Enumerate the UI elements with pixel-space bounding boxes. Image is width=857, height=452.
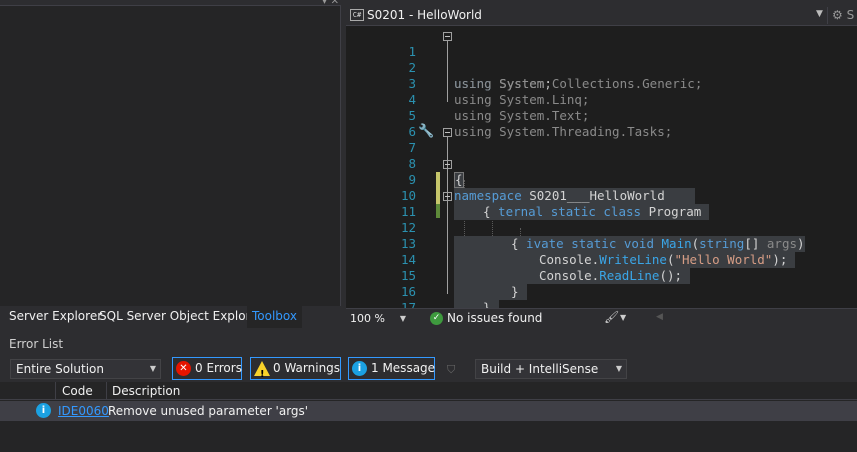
type-dropdown[interactable]: ⚙ S: [832, 8, 854, 22]
warnings-count: 0 Warnings: [273, 361, 341, 375]
diagnostic-description: Remove unused parameter 'args': [108, 404, 309, 418]
code-line: 18: [346, 300, 857, 308]
screwdriver-icon[interactable]: 🔧: [418, 124, 434, 140]
build-filter-value: Build + IntelliSense: [481, 362, 599, 376]
code-line: 1 using System;: [346, 28, 857, 91]
tab-toolbox[interactable]: Toolbox: [247, 306, 302, 328]
code-line: 5 using System.Threading.Tasks;: [346, 92, 857, 139]
check-circle-icon: ✓: [430, 312, 443, 325]
class-icon: ⚙: [832, 8, 843, 22]
chevron-down-icon: ▼: [399, 314, 406, 323]
divider: [106, 382, 107, 400]
column-header-code[interactable]: Code: [62, 384, 93, 398]
info-circle-icon: i: [36, 403, 51, 418]
project-dropdown[interactable]: S0201 - HelloWorld: [367, 8, 482, 22]
error-list-title: Error List: [9, 337, 64, 351]
navigation-bar: C# S0201 - HelloWorld ▼ ⚙ S: [346, 6, 857, 26]
filter-icon[interactable]: ⛉: [447, 363, 455, 377]
scope-value: Entire Solution: [16, 362, 104, 376]
error-list-header: Error List: [0, 334, 857, 354]
chevron-down-icon: ▼: [615, 364, 622, 373]
warning-triangle-icon: !: [254, 361, 270, 380]
code-line: 9 internal static class Program: [346, 156, 857, 220]
close-icon[interactable]: ✕: [331, 0, 339, 7]
error-list-toolbar: Entire Solution ▼ ✕ 0 Errors ! 0 Warning…: [0, 354, 857, 382]
tool-window-tabs: Server Explorer SQL Server Object Explor…: [0, 306, 341, 328]
error-circle-icon: ✕: [176, 361, 191, 376]
code-line: 11 private static void Main(string[] arg…: [346, 188, 857, 252]
toolbox-panel: ▾ ✕: [0, 0, 341, 306]
divider: [55, 382, 56, 400]
scroll-left-arrow[interactable]: ◀: [656, 312, 663, 322]
csharp-file-icon: C#: [350, 9, 364, 21]
column-header-description[interactable]: Description: [112, 384, 180, 398]
errors-filter-button[interactable]: ✕ 0 Errors: [172, 357, 242, 380]
collapse-icon[interactable]: [443, 192, 452, 201]
table-row[interactable]: i IDE0060 Remove unused parameter 'args': [0, 401, 857, 421]
messages-count: 1 Message: [371, 361, 436, 375]
collapse-icon[interactable]: [443, 160, 452, 169]
code-line: 10 {: [346, 172, 857, 220]
chevron-down-icon[interactable]: ▼: [816, 9, 823, 19]
brush-icon[interactable]: 🖌: [604, 310, 619, 324]
editor-status-bar: 100 % ▼ ✓ No issues found 🖌 ▼ ◀: [346, 308, 857, 328]
pin-icon[interactable]: ▾: [322, 0, 327, 7]
code-editor[interactable]: 1 using System; 2 using System.Collectio…: [346, 26, 857, 308]
messages-filter-button[interactable]: i 1 Message: [348, 357, 435, 380]
code-line: 8 {: [346, 140, 857, 188]
code-line: 13 Console.WriteLine("Hello World");: [346, 220, 857, 268]
collapse-icon[interactable]: [443, 32, 452, 41]
errors-count: 0 Errors: [195, 361, 242, 375]
code-line: 3 using System.Linq;: [346, 60, 857, 107]
issues-indicator[interactable]: No issues found: [447, 311, 542, 325]
info-circle-icon: i: [352, 361, 367, 376]
code-line: 12 {: [346, 204, 857, 252]
type-dropdown-label: S: [846, 8, 855, 22]
code-line: 16 }: [346, 268, 857, 308]
build-filter-dropdown[interactable]: Build + IntelliSense ▼: [475, 359, 627, 379]
warnings-filter-button[interactable]: ! 0 Warnings: [250, 357, 341, 380]
code-line: 15 }: [346, 252, 857, 300]
code-line: 4 using System.Text;: [346, 76, 857, 123]
error-list-window: Error List Entire Solution ▼ ✕ 0 Errors …: [0, 334, 857, 452]
scope-dropdown[interactable]: Entire Solution ▼: [10, 359, 161, 379]
chevron-down-icon: ▼: [149, 364, 156, 373]
code-line: 6: [346, 108, 857, 139]
zoom-value: 100 %: [350, 312, 385, 325]
code-line: 14 Console.ReadLine();: [346, 236, 857, 284]
code-line: 17 }: [346, 284, 857, 308]
collapse-icon[interactable]: [443, 128, 452, 137]
chevron-down-icon[interactable]: ▼: [620, 313, 626, 322]
zoom-dropdown[interactable]: 100 % ▼: [348, 311, 408, 327]
code-line: 2 using System.Collections.Generic;: [346, 44, 857, 91]
tab-sql-server-object-explorer[interactable]: SQL Server Object Explorer: [94, 306, 268, 328]
divider: [827, 7, 828, 24]
tab-server-explorer[interactable]: Server Explorer: [4, 306, 107, 328]
panel-header-strip: ▾ ✕: [0, 0, 341, 7]
code-line: 7 🔧 namespace S0201___HelloWorld: [346, 124, 857, 204]
diagnostic-code-link[interactable]: IDE0060: [58, 404, 109, 418]
error-list-column-headers: Code Description: [0, 382, 857, 400]
